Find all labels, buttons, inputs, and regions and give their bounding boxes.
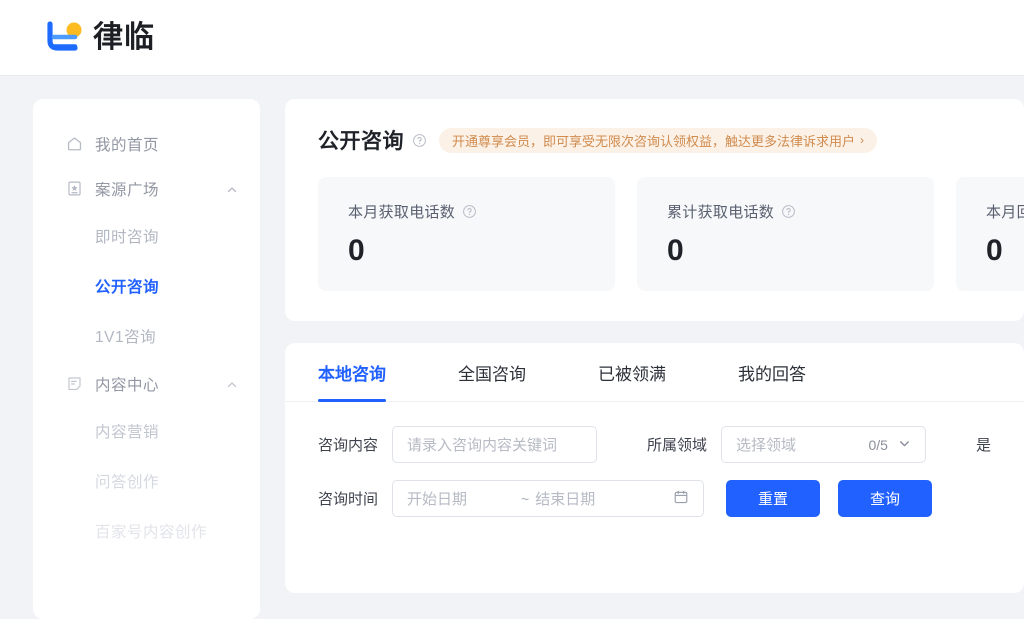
domain-select-meta: 0/5	[869, 437, 911, 453]
sidebar-item-label: 我的首页	[95, 136, 160, 154]
tab-label: 已被领满	[598, 364, 666, 384]
sidebar-subitem-label: 即时咨询	[95, 229, 160, 246]
reset-button[interactable]: 重置	[726, 480, 821, 517]
calendar-icon[interactable]	[673, 489, 689, 509]
main-content: 公开咨询 开通尊享会员，即可享受无限次咨询认领权益，触达更多法律诉求用户 › 本…	[285, 99, 1024, 593]
keyword-filter-label: 咨询内容	[318, 437, 379, 454]
filter-row-1: 咨询内容 请录入咨询内容关键词 所属领域 选择领域 0/5 是	[318, 426, 991, 463]
sidebar-subitem-label: 问答创作	[95, 474, 160, 491]
sidebar-subitem-label: 百家号内容创作	[95, 524, 208, 541]
sidebar-subitem-label: 内容营销	[95, 424, 160, 441]
brand-logo[interactable]: 律临	[44, 20, 155, 55]
chevron-up-icon[interactable]	[226, 378, 238, 390]
app-header: 律临	[0, 0, 1024, 76]
search-input-placeholder: 请录入咨询内容关键词	[407, 437, 558, 454]
tab-local-consult[interactable]: 本地咨询	[318, 343, 386, 402]
query-button[interactable]: 查询	[838, 480, 933, 517]
truncated-filter-label: 是	[975, 437, 991, 454]
membership-promo-banner[interactable]: 开通尊享会员，即可享受无限次咨询认领权益，触达更多法律诉求用户 ›	[439, 127, 878, 153]
stat-card: 本月获取电话数 0	[318, 177, 615, 291]
sidebar-subitem-label: 1V1咨询	[95, 329, 157, 346]
domain-select[interactable]: 选择领域 0/5	[721, 426, 926, 463]
stat-card-label-wrap: 本月获取电话数	[348, 201, 615, 222]
date-range-inner: 开始日期 ~ 结束日期	[407, 488, 643, 509]
home-icon	[65, 135, 83, 153]
chevron-up-icon[interactable]	[226, 183, 238, 195]
stat-card-label: 本月获取电话数	[348, 204, 456, 221]
search-input[interactable]: 请录入咨询内容关键词	[392, 426, 597, 463]
tab-national-consult[interactable]: 全国咨询	[458, 343, 526, 401]
page-body: 我的首页 案源广场 即时咨询 公开咨询 1V1咨询 内容中心 内容营销 问答创作…	[0, 76, 1024, 619]
stat-card-value: 0	[986, 234, 1003, 267]
content-center-icon	[65, 375, 83, 393]
date-end-placeholder: 结束日期	[535, 491, 596, 508]
question-circle-icon[interactable]	[781, 204, 796, 219]
sidebar-group-case-square[interactable]: 案源广场	[33, 166, 260, 211]
tab-bar: 本地咨询 全国咨询 已被领满 我的回答	[285, 343, 1024, 402]
date-range-picker[interactable]: 开始日期 ~ 结束日期	[392, 480, 705, 517]
filter-actions: 重置 查询	[726, 480, 933, 517]
stat-card: 累计获取电话数 0	[637, 177, 934, 291]
stat-card-label-wrap: 本月回	[986, 201, 1024, 222]
sidebar: 我的首页 案源广场 即时咨询 公开咨询 1V1咨询 内容中心 内容营销 问答创作…	[33, 99, 260, 619]
sidebar-item-baijiahao-creation[interactable]: 百家号内容创作	[33, 506, 260, 556]
stat-card-label: 本月回	[986, 204, 1024, 221]
domain-filter-label: 所属领域	[646, 437, 707, 454]
tab-label: 本地咨询	[318, 364, 386, 384]
chevron-right-icon: ›	[860, 133, 865, 147]
question-circle-icon[interactable]	[462, 204, 477, 219]
lvlin-logo-icon	[44, 20, 86, 55]
chevron-down-icon[interactable]	[898, 437, 911, 453]
stat-card-label-wrap: 累计获取电话数	[667, 201, 934, 222]
stat-card: 本月回 0	[956, 177, 1024, 291]
domain-select-counter: 0/5	[868, 436, 888, 453]
sidebar-item-content-marketing[interactable]: 内容营销	[33, 406, 260, 456]
sidebar-group-label: 案源广场	[95, 181, 160, 199]
sidebar-item-instant-consult[interactable]: 即时咨询	[33, 211, 260, 261]
filter-form: 咨询内容 请录入咨询内容关键词 所属领域 选择领域 0/5 是 咨询时间 开始日…	[285, 402, 1024, 517]
tab-fully-claimed[interactable]: 已被领满	[598, 343, 666, 401]
question-circle-icon[interactable]	[412, 133, 427, 148]
date-start-placeholder: 开始日期	[407, 491, 468, 508]
stats-header: 公开咨询 开通尊享会员，即可享受无限次咨询认领权益，触达更多法律诉求用户 ›	[285, 125, 1024, 155]
stats-panel: 公开咨询 开通尊享会员，即可享受无限次咨询认领权益，触达更多法律诉求用户 › 本…	[285, 99, 1024, 321]
tab-label: 全国咨询	[458, 364, 526, 384]
tab-label: 我的回答	[738, 364, 806, 384]
case-square-icon	[65, 180, 83, 198]
stat-card-label: 累计获取电话数	[667, 204, 775, 221]
filter-row-2: 咨询时间 开始日期 ~ 结束日期 重置 查询	[318, 480, 991, 517]
promo-text: 开通尊享会员，即可享受无限次咨询认领权益，触达更多法律诉求用户	[452, 133, 856, 149]
domain-select-placeholder: 选择领域	[736, 437, 797, 454]
sidebar-item-qa-creation[interactable]: 问答创作	[33, 456, 260, 506]
sidebar-group-content-center[interactable]: 内容中心	[33, 361, 260, 406]
sidebar-item-public-consult[interactable]: 公开咨询	[33, 261, 260, 311]
date-range-separator: ~	[521, 490, 530, 507]
tab-my-answers[interactable]: 我的回答	[738, 343, 806, 401]
sidebar-group-label: 内容中心	[95, 376, 160, 394]
consultation-list-panel: 本地咨询 全国咨询 已被领满 我的回答 咨询内容 请录入咨询内容关键词 所属领域…	[285, 343, 1024, 593]
sidebar-item-1v1-consult[interactable]: 1V1咨询	[33, 311, 260, 361]
page-title: 公开咨询	[318, 130, 404, 153]
brand-name: 律临	[93, 20, 155, 54]
stat-card-value: 0	[348, 234, 365, 267]
time-filter-label: 咨询时间	[318, 491, 379, 508]
stat-card-value: 0	[667, 234, 684, 267]
stat-card-row: 本月获取电话数 0 累计获取电话数 0 本月 0	[285, 177, 1024, 291]
sidebar-subitem-label: 公开咨询	[95, 279, 160, 296]
sidebar-item-home[interactable]: 我的首页	[33, 121, 260, 166]
